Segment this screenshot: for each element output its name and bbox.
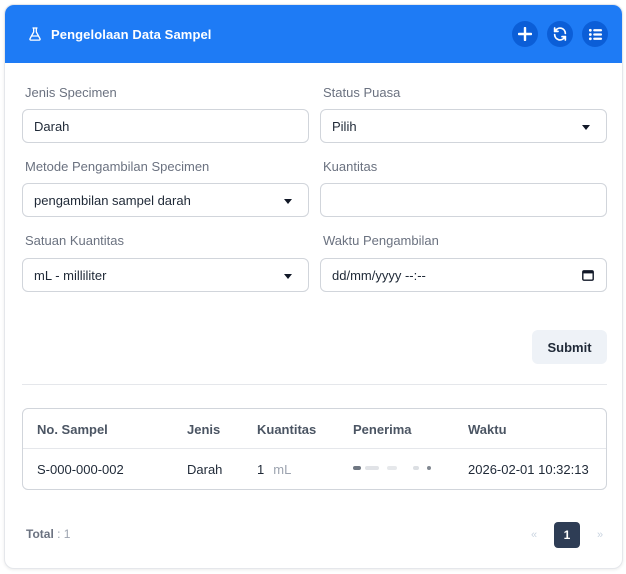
metode-value: pengambilan sampel darah [34, 192, 191, 208]
satuan-label: Satuan Kuantitas [25, 233, 125, 248]
satuan-select[interactable]: mL - milliliter [22, 258, 309, 292]
jenis-specimen-label: Jenis Specimen [25, 85, 117, 100]
pagination: « 1 » [528, 522, 606, 548]
redacted-name [353, 464, 433, 474]
col-header-penerima: Penerima [353, 421, 412, 437]
cell-waktu: 2026-02-01 10:32:13 [468, 461, 589, 477]
chevron-down-icon [284, 274, 292, 279]
page-title: Pengelolaan Data Sampel [51, 26, 212, 42]
chevron-down-icon [284, 199, 292, 204]
table-footer: Total : 1 « 1 » [26, 522, 606, 548]
cell-kuantitas: 1 mL [257, 449, 291, 489]
cell-kuantitas-value: 1 [257, 461, 265, 477]
refresh-button[interactable] [547, 21, 573, 47]
divider [22, 384, 607, 385]
waktu-label: Waktu Pengambilan [323, 233, 439, 248]
submit-button[interactable]: Submit [532, 330, 607, 364]
total-value: : 1 [57, 527, 71, 541]
total-count: Total : 1 [26, 527, 70, 541]
page-1-button[interactable]: 1 [554, 522, 580, 548]
sample-table: No. Sampel Jenis Kuantitas Penerima Wakt… [22, 408, 607, 490]
metode-label: Metode Pengambilan Specimen [25, 159, 210, 174]
metode-select[interactable]: pengambilan sampel darah [22, 183, 309, 217]
cell-jenis: Darah [187, 461, 223, 477]
kuantitas-label: Kuantitas [323, 159, 378, 174]
prev-page-button[interactable]: « [528, 529, 540, 541]
cell-no-sampel: S-000-000-002 [37, 461, 124, 477]
plus-icon [518, 27, 532, 41]
col-header-waktu: Waktu [468, 421, 507, 437]
waktu-value: dd/mm/yyyy --:-- [332, 267, 426, 283]
chevron-down-icon [582, 125, 590, 130]
next-page-button[interactable]: » [594, 529, 606, 541]
col-header-no-sampel: No. Sampel [37, 421, 108, 437]
sample-form: Jenis Specimen Darah Status Puasa Pilih … [5, 63, 622, 385]
total-label: Total [26, 527, 54, 541]
table-row[interactable]: S-000-000-002 Darah 1 mL 2026-02-01 10:3… [23, 449, 606, 489]
sample-data-card: Pengelolaan Data Sampel Jenis Specimen D… [4, 4, 623, 569]
header-actions [512, 21, 608, 47]
kuantitas-input[interactable] [320, 183, 607, 217]
card-header: Pengelolaan Data Sampel [5, 5, 622, 63]
status-puasa-value: Pilih [332, 118, 357, 134]
status-puasa-label: Status Puasa [323, 85, 401, 100]
table-header-row: No. Sampel Jenis Kuantitas Penerima Wakt… [23, 409, 606, 449]
col-header-jenis: Jenis [187, 421, 221, 437]
col-header-kuantitas: Kuantitas [257, 421, 317, 437]
waktu-datetime-input[interactable]: dd/mm/yyyy --:-- [320, 258, 607, 292]
satuan-value: mL - milliliter [34, 267, 107, 283]
jenis-specimen-input[interactable]: Darah [22, 109, 309, 143]
cell-penerima-redacted [353, 449, 433, 489]
refresh-icon [553, 27, 567, 41]
add-button[interactable] [512, 21, 538, 47]
list-button[interactable] [582, 21, 608, 47]
cell-kuantitas-unit: mL [273, 461, 292, 477]
flask-icon [27, 26, 43, 42]
jenis-specimen-value: Darah [34, 118, 70, 134]
status-puasa-select[interactable]: Pilih [320, 109, 607, 143]
title-group: Pengelolaan Data Sampel [27, 26, 512, 42]
calendar-icon[interactable] [582, 269, 594, 281]
list-icon [588, 28, 602, 40]
